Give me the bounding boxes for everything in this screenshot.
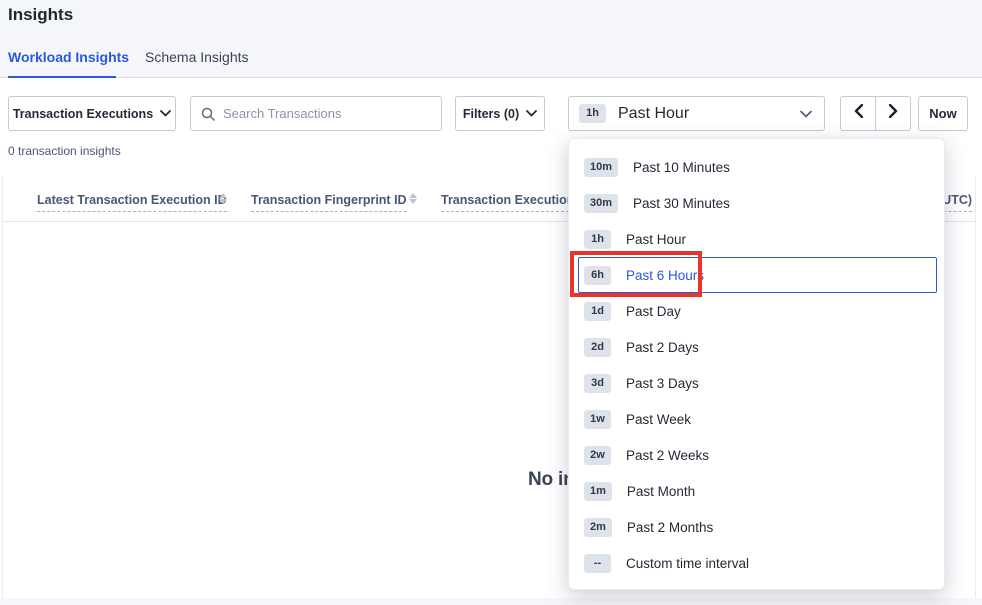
time-option-badge: 10m <box>584 158 618 177</box>
chevron-left-icon <box>854 104 863 123</box>
chevron-down-icon <box>800 110 812 118</box>
time-option-label: Past Day <box>626 304 681 319</box>
time-option-badge: 2w <box>584 446 611 465</box>
time-option-badge: 1m <box>584 482 612 501</box>
time-option-past-3-days[interactable]: 3d Past 3 Days <box>569 365 944 401</box>
time-option-past-hour[interactable]: 1h Past Hour <box>569 221 944 257</box>
time-option-past-day[interactable]: 1d Past Day <box>569 293 944 329</box>
time-option-label: Past 10 Minutes <box>633 160 730 175</box>
sort-icon[interactable] <box>409 193 417 204</box>
time-option-label: Past 2 Weeks <box>626 448 709 463</box>
column-header-transaction-execution[interactable]: Transaction Execution <box>441 193 574 212</box>
chevron-down-icon <box>160 110 171 117</box>
time-option-label: Past 6 Hours <box>626 268 704 283</box>
tab-workload-insights[interactable]: Workload Insights <box>8 49 129 65</box>
search-icon <box>201 107 215 121</box>
time-option-past-2-days[interactable]: 2d Past 2 Days <box>569 329 944 365</box>
time-option-badge: 3d <box>584 374 611 393</box>
time-option-past-2-weeks[interactable]: 2w Past 2 Weeks <box>569 437 944 473</box>
column-header-transaction-fingerprint-id[interactable]: Transaction Fingerprint ID <box>251 193 407 212</box>
time-option-badge: 6h <box>584 266 611 285</box>
time-option-past-30-minutes[interactable]: 30m Past 30 Minutes <box>569 185 944 221</box>
time-option-label: Past 2 Months <box>627 520 713 535</box>
active-tab-underline <box>8 76 116 78</box>
time-option-label: Past 30 Minutes <box>633 196 730 211</box>
time-option-past-month[interactable]: 1m Past Month <box>569 473 944 509</box>
time-option-badge: 1w <box>584 410 611 429</box>
now-button[interactable]: Now <box>918 96 968 131</box>
view-type-label: Transaction Executions <box>13 107 153 121</box>
sort-icon[interactable] <box>219 193 227 204</box>
chevron-right-icon <box>889 104 898 123</box>
search-input[interactable] <box>223 106 431 121</box>
bottom-strip <box>0 598 982 605</box>
time-option-custom-interval[interactable]: -- Custom time interval <box>569 545 944 581</box>
time-option-badge: 2m <box>584 518 612 537</box>
chevron-down-icon <box>526 110 537 117</box>
time-option-badge: 1d <box>584 302 611 321</box>
time-option-past-2-months[interactable]: 2m Past 2 Months <box>569 509 944 545</box>
time-option-label: Past Month <box>627 484 695 499</box>
filters-button[interactable]: Filters (0) <box>455 96 545 131</box>
time-option-badge: 1h <box>584 230 611 249</box>
time-option-badge: -- <box>584 554 611 573</box>
time-option-label: Custom time interval <box>626 556 749 571</box>
time-option-past-6-hours[interactable]: 6h Past 6 Hours <box>569 257 944 293</box>
results-count: 0 transaction insights <box>8 144 121 158</box>
page-title: Insights <box>8 5 73 25</box>
time-option-label: Past Hour <box>626 232 686 247</box>
time-option-label: Past 3 Days <box>626 376 699 391</box>
page-header: Insights Workload Insights Schema Insigh… <box>0 0 982 78</box>
time-interval-dropdown-menu: 10m Past 10 Minutes 30m Past 30 Minutes … <box>568 138 945 590</box>
time-option-past-week[interactable]: 1w Past Week <box>569 401 944 437</box>
next-interval-button[interactable] <box>875 96 911 131</box>
time-range-badge: 1h <box>579 104 606 123</box>
previous-interval-button[interactable] <box>840 96 876 131</box>
column-header-latest-transaction-execution-id[interactable]: Latest Transaction Execution ID <box>37 193 227 212</box>
time-option-label: Past 2 Days <box>626 340 699 355</box>
time-option-badge: 2d <box>584 338 611 357</box>
time-option-past-10-minutes[interactable]: 10m Past 10 Minutes <box>569 149 944 185</box>
search-box[interactable] <box>190 96 442 131</box>
time-range-label: Past Hour <box>618 105 689 123</box>
view-type-dropdown[interactable]: Transaction Executions <box>8 96 176 131</box>
time-option-label: Past Week <box>626 412 691 427</box>
tab-schema-insights[interactable]: Schema Insights <box>145 49 249 65</box>
time-option-badge: 30m <box>584 194 618 213</box>
filters-label: Filters (0) <box>463 107 519 121</box>
time-interval-select[interactable]: 1h Past Hour <box>568 96 825 131</box>
